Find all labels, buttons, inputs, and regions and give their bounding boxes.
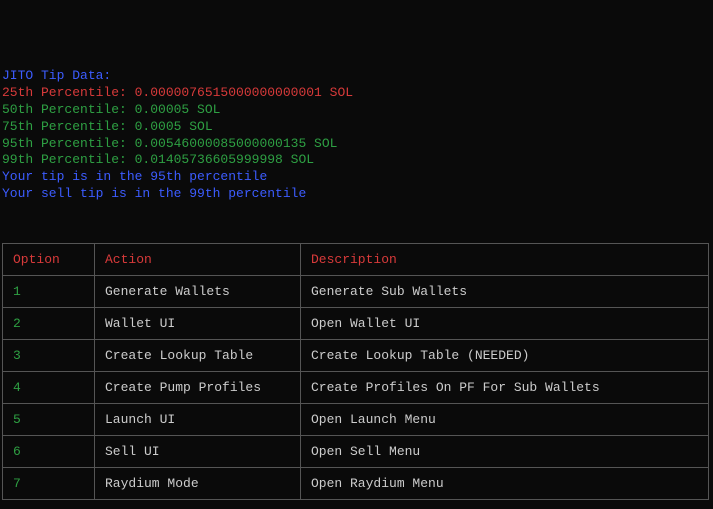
header-option: Option	[3, 244, 95, 276]
percentile-95: 95th Percentile: 0.00546000085000000135 …	[2, 136, 709, 153]
option-cell: 1	[3, 276, 95, 308]
table-row[interactable]: 5 Launch UIOpen Launch Menu	[3, 404, 709, 436]
description-cell: Open Sell Menu	[301, 436, 709, 468]
action-cell: Sell UI	[95, 436, 301, 468]
description-cell: Create Lookup Table (NEEDED)	[301, 340, 709, 372]
header-description: Description	[301, 244, 709, 276]
description-cell: Open Launch Menu	[301, 404, 709, 436]
action-cell: Raydium Mode	[95, 468, 301, 500]
option-cell: 4	[3, 372, 95, 404]
table-row[interactable]: 4Create Pump ProfilesCreate Profiles On …	[3, 372, 709, 404]
action-cell: Launch UI	[95, 404, 301, 436]
table-row[interactable]: 7Raydium ModeOpen Raydium Menu	[3, 468, 709, 500]
action-cell: Create Lookup Table	[95, 340, 301, 372]
option-cell: 2	[3, 308, 95, 340]
description-cell: Generate Sub Wallets	[301, 276, 709, 308]
percentile-75: 75th Percentile: 0.0005 SOL	[2, 119, 709, 136]
table-header-row: Option Action Description	[3, 244, 709, 276]
action-cell: Create Pump Profiles	[95, 372, 301, 404]
action-cell: Wallet UI	[95, 308, 301, 340]
your-tip-status: Your tip is in the 95th percentile	[2, 169, 709, 186]
description-cell: Open Raydium Menu	[301, 468, 709, 500]
table-row[interactable]: 2Wallet UIOpen Wallet UI	[3, 308, 709, 340]
description-cell: Create Profiles On PF For Sub Wallets	[301, 372, 709, 404]
jito-tip-data-block: JITO Tip Data: 25th Percentile: 0.000007…	[2, 68, 709, 203]
percentile-99: 99th Percentile: 0.01405736605999998 SOL	[2, 152, 709, 169]
action-cell: Generate Wallets	[95, 276, 301, 308]
option-cell: 6	[3, 436, 95, 468]
option-cell: 7	[3, 468, 95, 500]
option-cell: 3	[3, 340, 95, 372]
your-sell-tip-status: Your sell tip is in the 99th percentile	[2, 186, 709, 203]
table-row[interactable]: 3Create Lookup TableCreate Lookup Table …	[3, 340, 709, 372]
table-row[interactable]: 6Sell UIOpen Sell Menu	[3, 436, 709, 468]
percentile-50: 50th Percentile: 0.00005 SOL	[2, 102, 709, 119]
menu-table: Option Action Description 1Generate Wall…	[2, 243, 709, 500]
header-action: Action	[95, 244, 301, 276]
description-cell: Open Wallet UI	[301, 308, 709, 340]
percentile-25: 25th Percentile: 0.000007651500000000000…	[2, 85, 709, 102]
table-row[interactable]: 1Generate WalletsGenerate Sub Wallets	[3, 276, 709, 308]
tip-data-header: JITO Tip Data:	[2, 68, 709, 85]
option-cell: 5	[3, 404, 95, 436]
